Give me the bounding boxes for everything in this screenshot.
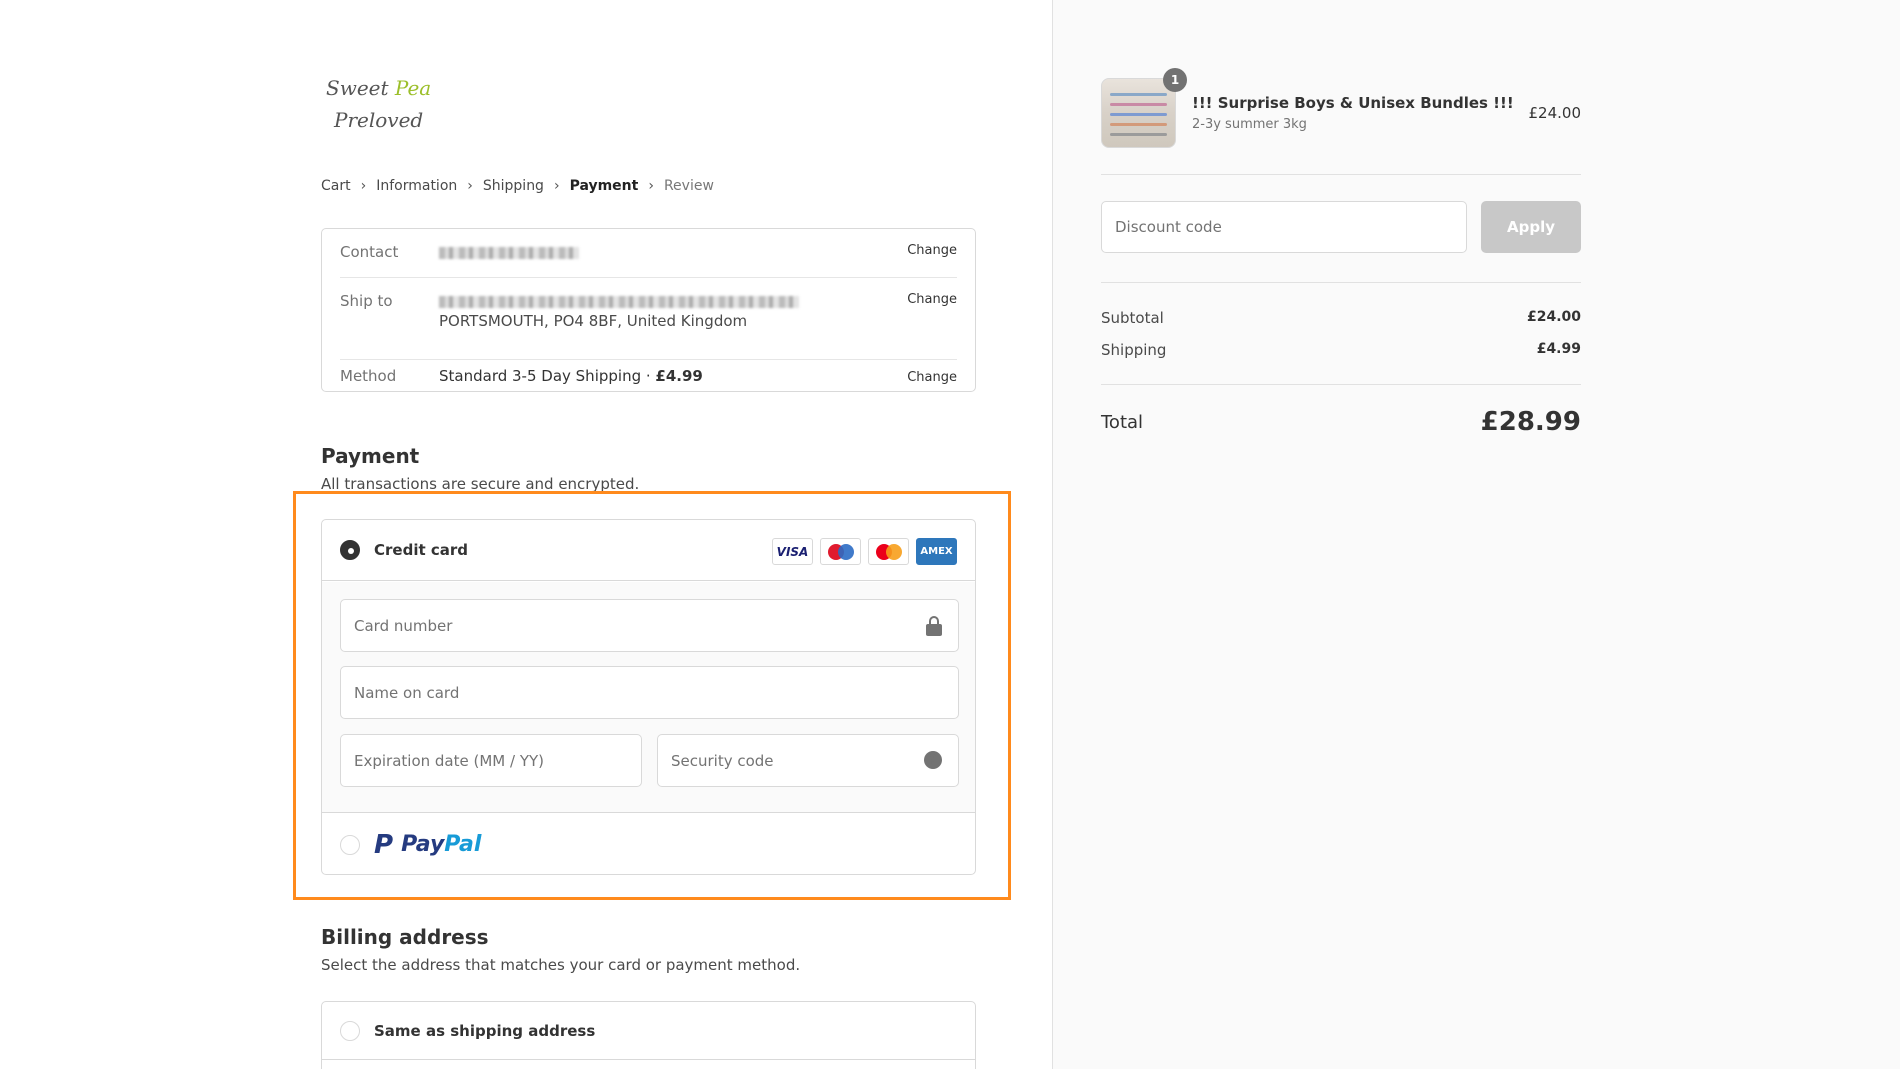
redacted-address [439, 295, 799, 308]
shipto-label: Ship to [340, 292, 393, 310]
checkout-main: Sweet Pea Preloved Cart › Information › … [0, 0, 1052, 1069]
payment-title: Payment [321, 444, 420, 468]
subtotal-row: Subtotal £24.00 [1101, 309, 1581, 327]
product-price: £24.00 [1528, 104, 1582, 122]
same-as-shipping-option[interactable]: Same as shipping address [322, 1002, 975, 1060]
method-label: Method [340, 367, 397, 385]
total-row: Total £28.99 [1101, 407, 1581, 437]
product-line: 1 !!! Surprise Boys & Unisex Bundles !!!… [1101, 68, 1582, 148]
divider [1101, 174, 1581, 175]
billing-options: Same as shipping address [321, 1001, 976, 1069]
breadcrumb-review: Review [663, 178, 714, 194]
breadcrumb-cart[interactable]: Cart [321, 178, 351, 194]
shipping-value: £4.99 [1536, 341, 1581, 357]
discount-code-input[interactable]: Discount code [1101, 201, 1467, 253]
breadcrumb: Cart › Information › Shipping › Payment … [321, 178, 714, 194]
contact-label: Contact [340, 243, 399, 261]
divider [1101, 384, 1581, 385]
quantity-badge: 1 [1163, 68, 1187, 92]
chevron-right-icon: › [360, 178, 367, 194]
same-as-shipping-label: Same as shipping address [374, 1021, 596, 1040]
contact-value [439, 243, 907, 277]
contact-row: Contact Change [340, 243, 957, 278]
breadcrumb-information[interactable]: Information [376, 178, 457, 194]
divider [1101, 282, 1581, 283]
subtotal-value: £24.00 [1526, 309, 1581, 325]
chevron-right-icon: › [467, 178, 473, 194]
breadcrumb-payment: Payment [569, 178, 639, 194]
subtotal-label: Subtotal [1101, 309, 1164, 327]
change-shipto-link[interactable]: Change [907, 292, 957, 359]
change-contact-link[interactable]: Change [907, 243, 957, 277]
review-summary-box: Contact Change Ship to PORTSMOUTH, PO4 8… [321, 228, 976, 392]
chevron-right-icon: › [553, 178, 560, 194]
same-as-shipping-radio[interactable] [340, 1020, 360, 1041]
highlight-box [293, 491, 1011, 900]
billing-title: Billing address [321, 925, 489, 949]
billing-subtitle: Select the address that matches your car… [321, 956, 801, 974]
breadcrumb-shipping[interactable]: Shipping [483, 178, 544, 194]
total-value: £28.99 [1480, 407, 1581, 437]
product-name: !!! Surprise Boys & Unisex Bundles !!! [1192, 94, 1514, 112]
shipto-value: PORTSMOUTH, PO4 8BF, United Kingdom [439, 292, 907, 359]
product-variant: 2-3y summer 3kg [1192, 117, 1307, 132]
shipping-row: Shipping £4.99 [1101, 341, 1581, 359]
method-row: Method Standard 3-5 Day Shipping · £4.99… [340, 360, 957, 392]
shipto-row: Ship to PORTSMOUTH, PO4 8BF, United King… [340, 292, 957, 360]
store-logo[interactable]: Sweet Pea Preloved [326, 72, 431, 136]
apply-button[interactable]: Apply [1481, 201, 1581, 253]
redacted-email [439, 246, 579, 259]
product-thumbnail [1101, 78, 1176, 148]
total-label: Total [1101, 411, 1144, 433]
method-value: Standard 3-5 Day Shipping · £4.99 [439, 367, 703, 385]
chevron-right-icon: › [648, 178, 654, 194]
shipping-label: Shipping [1101, 341, 1167, 359]
change-method-link[interactable]: Change [907, 370, 957, 385]
order-summary-panel [1052, 0, 1900, 1069]
